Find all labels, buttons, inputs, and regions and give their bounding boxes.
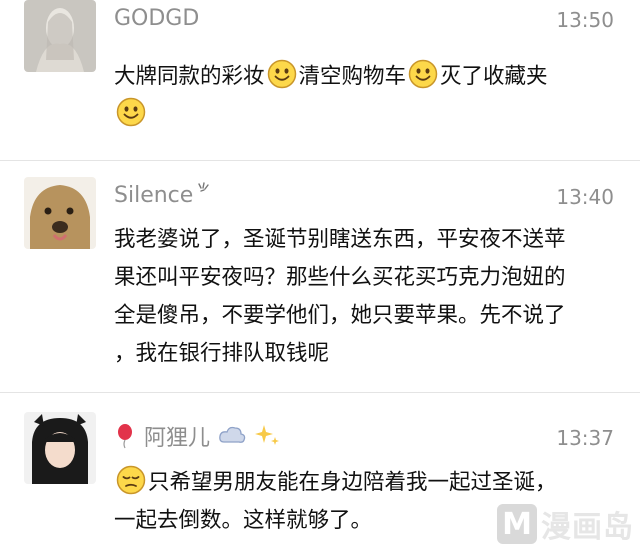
comment-text: 大牌同款的彩妆 清空购物车 灭了收藏夹 <box>114 58 624 134</box>
sparkles-icon <box>255 425 280 445</box>
comment-text: 我老婆说了，圣诞节别瞎送东西，平安夜不送苹 果还叫平安夜吗？那些什么买花买巧克力… <box>114 227 566 366</box>
avatar[interactable] <box>24 0 96 72</box>
timestamp: 13:40 <box>556 185 614 209</box>
timestamp: 13:50 <box>556 8 614 32</box>
smile-emoji-icon <box>267 59 296 89</box>
watermark-letter: M <box>497 504 537 544</box>
balloon-icon <box>118 424 132 449</box>
avatar[interactable] <box>24 177 96 249</box>
watermark-text: 漫画岛 <box>541 510 634 545</box>
pensive-emoji-icon <box>116 465 146 495</box>
cloud-icon <box>219 426 246 443</box>
smile-emoji-icon <box>116 97 146 127</box>
avatar[interactable] <box>24 412 96 484</box>
smile-emoji-icon <box>408 59 438 89</box>
timestamp: 13:37 <box>556 426 614 450</box>
comment-item: GODGD 13:50 大牌同款的彩妆 清空购物车 灭了收藏夹 <box>0 0 640 170</box>
divider <box>0 160 640 161</box>
divider <box>0 392 640 393</box>
comment-item: Silence 13:40 我老婆说了，圣诞节别瞎送东西，平安夜不送苹 果还叫平… <box>0 175 640 390</box>
watermark-logo: M 漫画岛 <box>497 502 634 546</box>
username[interactable]: 阿狸儿 <box>114 420 282 452</box>
sparkle-mark-icon <box>198 181 210 192</box>
username[interactable]: Silence <box>114 181 211 208</box>
username[interactable]: GODGD <box>114 6 199 31</box>
